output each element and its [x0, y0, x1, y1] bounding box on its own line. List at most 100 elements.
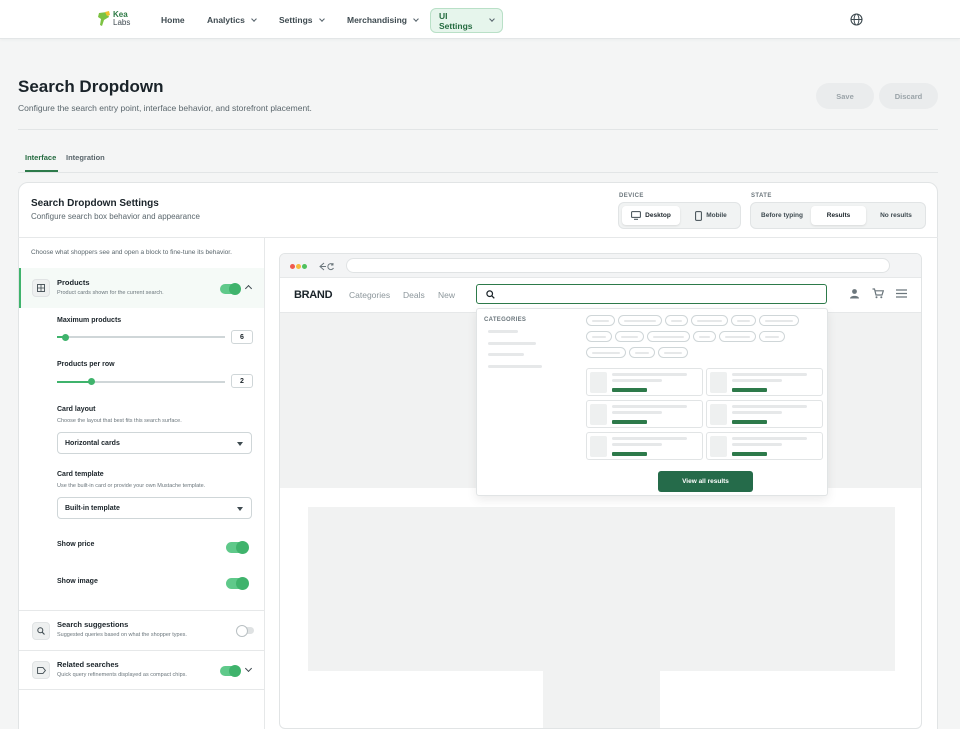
suggestion-chip — [665, 315, 688, 326]
minimize-dot-icon — [296, 264, 301, 269]
suggestion-chip — [647, 331, 690, 342]
menu-icon — [896, 289, 907, 298]
card-template-select[interactable]: Built-in template — [57, 497, 252, 519]
product-title-skeleton — [732, 405, 807, 408]
product-image-placeholder — [590, 436, 607, 457]
top-navigation: Kea Labs Home Analytics Settings Merchan… — [0, 0, 960, 39]
card-template-value: Built-in template — [65, 504, 120, 512]
settings-subtitle: Configure search box behavior and appear… — [31, 212, 201, 221]
suggestion-chip — [759, 315, 799, 326]
product-image-placeholder — [590, 372, 607, 393]
state-label: STATE — [751, 193, 772, 199]
max-products-slider[interactable] — [57, 336, 225, 338]
per-row-slider-thumb[interactable] — [88, 378, 95, 385]
nav-home[interactable]: Home — [153, 8, 193, 32]
show-image-toggle[interactable] — [226, 577, 249, 590]
discard-button[interactable]: Discard — [879, 83, 938, 109]
products-toggle[interactable] — [220, 283, 241, 295]
card-layout-select[interactable]: Horizontal cards — [57, 432, 252, 454]
related-title: Related searches — [57, 660, 119, 669]
nav-merchandising[interactable]: Merchandising — [339, 8, 426, 32]
page-title: Search Dropdown — [18, 77, 164, 96]
product-card — [706, 432, 823, 460]
per-row-value[interactable]: 2 — [231, 374, 253, 388]
max-products-value[interactable]: 6 — [231, 330, 253, 344]
store-brand: BRAND — [294, 289, 333, 301]
related-toggle[interactable] — [220, 665, 241, 677]
tag-icon — [32, 661, 50, 679]
product-subtitle-skeleton — [732, 443, 782, 446]
tabs-divider — [18, 172, 938, 173]
cart-icon — [872, 288, 884, 299]
nav-analytics[interactable]: Analytics — [199, 8, 264, 32]
header-divider — [18, 129, 938, 130]
user-icon — [850, 289, 859, 299]
suggestion-chip — [731, 315, 756, 326]
product-price-bar — [732, 420, 767, 424]
max-products-slider-thumb[interactable] — [62, 334, 69, 341]
storefront-preview: BRAND Categories Deals New CATEGORIES Vi… — [279, 253, 922, 729]
suggestion-chip — [691, 315, 728, 326]
show-price-toggle[interactable] — [226, 541, 249, 554]
device-desktop-label: Desktop — [645, 212, 671, 219]
chevron-down-icon — [250, 15, 257, 22]
tab-interface[interactable]: Interface — [25, 153, 56, 162]
suggestions-toggle[interactable] — [236, 625, 254, 637]
search-icon — [486, 290, 495, 299]
save-button[interactable]: Save — [816, 83, 874, 109]
store-search-box — [476, 284, 827, 304]
product-price-bar — [732, 452, 767, 456]
state-results-button[interactable]: Results — [811, 206, 866, 225]
product-price-bar — [612, 420, 647, 424]
device-desktop-button[interactable]: Desktop — [622, 206, 680, 225]
device-mobile-button[interactable]: Mobile — [683, 206, 739, 225]
category-skeleton — [488, 330, 518, 333]
suggestions-title: Search suggestions — [57, 620, 129, 629]
view-all-results-button[interactable]: View all results — [658, 471, 753, 492]
suggestions-subtitle: Suggested queries based on what the shop… — [57, 632, 187, 638]
page-subtitle: Configure the search entry point, interf… — [18, 103, 312, 113]
nav-merchandising-label: Merchandising — [347, 15, 407, 25]
logo-text: Kea Labs — [113, 11, 130, 27]
dropdown-caret-icon — [237, 442, 243, 446]
category-skeleton — [488, 365, 542, 368]
product-price-bar — [732, 388, 767, 392]
product-card — [706, 400, 823, 428]
show-price-label: Show price — [57, 541, 95, 548]
content-placeholder — [308, 507, 895, 671]
card-template-label: Card template — [57, 471, 104, 478]
search-icon — [32, 622, 50, 640]
logo-line2: Labs — [113, 18, 131, 27]
product-card — [586, 432, 703, 460]
logo[interactable]: Kea Labs — [97, 11, 130, 27]
url-bar — [346, 258, 890, 273]
product-card — [586, 368, 703, 396]
nav-ui-settings[interactable]: UI Settings — [430, 8, 503, 33]
product-image-placeholder — [710, 436, 727, 457]
nav-analytics-label: Analytics — [207, 15, 245, 25]
device-mobile-label: Mobile — [706, 212, 727, 219]
product-subtitle-skeleton — [612, 443, 662, 446]
search-dropdown-panel: CATEGORIES View all results — [476, 308, 828, 496]
suggestion-chip — [693, 331, 716, 342]
back-reload-icon — [319, 262, 334, 271]
block-separator — [19, 650, 264, 651]
product-price-bar — [612, 388, 647, 392]
suggestion-chip — [658, 347, 688, 358]
show-image-label: Show image — [57, 578, 98, 585]
blocks-hint: Choose what shoppers see and open a bloc… — [31, 249, 232, 256]
panel-divider — [264, 238, 265, 729]
state-no-results-button[interactable]: No results — [868, 206, 924, 225]
tab-integration[interactable]: Integration — [66, 153, 105, 162]
nav-settings[interactable]: Settings — [271, 8, 332, 32]
per-row-slider-fill — [57, 381, 91, 383]
chevron-down-icon — [489, 16, 495, 22]
block-separator — [19, 689, 264, 690]
dropdown-caret-icon — [237, 507, 243, 511]
nav-home-label: Home — [161, 15, 185, 25]
related-subtitle: Quick query refinements displayed as com… — [57, 672, 187, 678]
state-before-typing-button[interactable]: Before typing — [754, 206, 810, 225]
products-subtitle: Product cards shown for the current sear… — [57, 290, 164, 296]
globe-icon[interactable] — [850, 13, 863, 26]
product-image-placeholder — [590, 404, 607, 425]
